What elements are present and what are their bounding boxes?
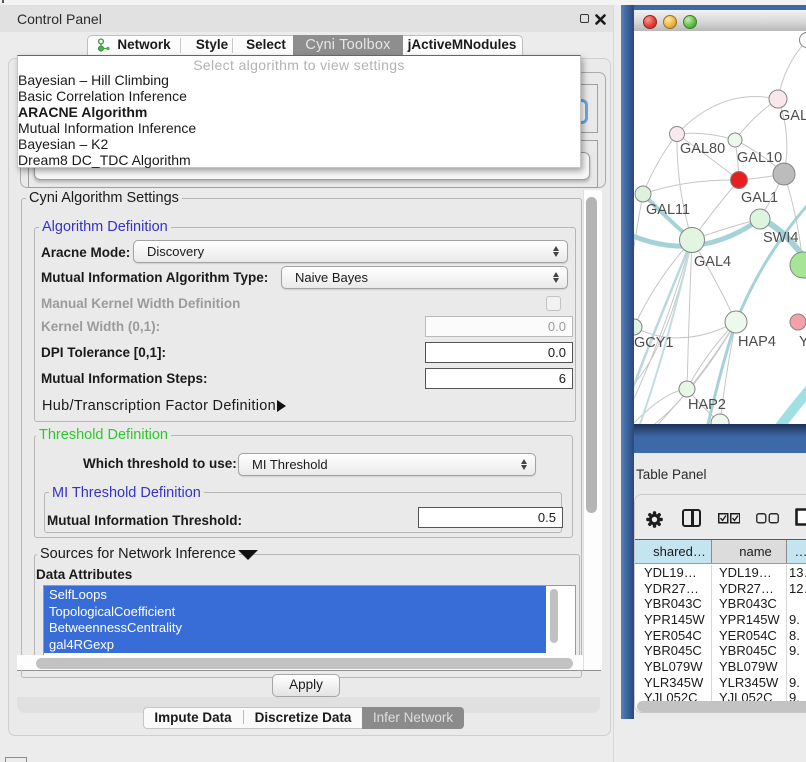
svg-text:GAL4: GAL4 [694,254,731,270]
svg-text:GAL1: GAL1 [741,190,778,206]
svg-text:GCY1: GCY1 [634,335,674,351]
svg-text:GAL7: GAL7 [779,108,806,124]
svg-text:HAP2: HAP2 [688,397,726,413]
svg-text:GAL11: GAL11 [646,202,690,218]
svg-text:YJ: YJ [799,334,806,350]
svg-text:GAL10: GAL10 [737,150,782,166]
svg-text:SWI4: SWI4 [763,230,798,246]
svg-text:GAL80: GAL80 [680,141,725,157]
svg-text:HAP4: HAP4 [738,334,776,350]
